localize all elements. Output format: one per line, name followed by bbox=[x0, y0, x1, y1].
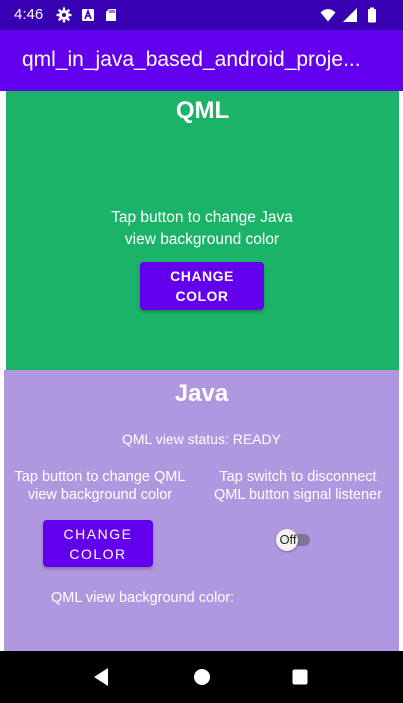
recents-icon[interactable] bbox=[288, 665, 312, 689]
java-title: Java bbox=[174, 380, 229, 407]
java-button-label-line2: COLOR bbox=[69, 545, 127, 562]
app-bar: qml_in_java_based_android_proje... bbox=[0, 30, 403, 91]
qml-description-line1: Tap button to change Java bbox=[111, 209, 293, 226]
right-desc-line2: QML button signal listener bbox=[214, 487, 382, 503]
qml-change-color-button[interactable]: CHANGE COLOR bbox=[140, 262, 264, 310]
qml-description-line2: view background color bbox=[124, 231, 280, 248]
app-title: qml_in_java_based_android_proje... bbox=[22, 48, 361, 71]
gear-icon bbox=[56, 7, 72, 23]
navigation-bar bbox=[0, 651, 403, 703]
qml-background-color-label: QML view background color: bbox=[51, 590, 235, 606]
signal-icon bbox=[342, 7, 358, 23]
back-icon[interactable] bbox=[90, 665, 114, 689]
qml-description: Tap button to change Java view backgroun… bbox=[52, 207, 352, 251]
qml-button-label-line2: COLOR bbox=[175, 288, 229, 304]
qml-view-status: QML view status: READY bbox=[122, 431, 281, 447]
qml-view: QML Tap button to change Java view backg… bbox=[6, 91, 399, 370]
status-time: 4:46 bbox=[14, 6, 44, 23]
wifi-icon bbox=[320, 7, 336, 23]
screen: 4:46 qml_in_java_based_android_proje... … bbox=[0, 0, 403, 703]
qml-button-label-line1: CHANGE bbox=[170, 268, 234, 284]
disconnect-signal-switch[interactable]: Off bbox=[276, 529, 312, 551]
sd-card-icon bbox=[103, 7, 119, 23]
qml-title: QML bbox=[175, 97, 230, 124]
font-a-icon bbox=[80, 7, 96, 23]
disconnect-switch-description: Tap switch to disconnect QML button sign… bbox=[202, 468, 394, 504]
switch-label: Off bbox=[279, 532, 297, 547]
change-qml-color-description: Tap button to change QML view background… bbox=[4, 468, 196, 504]
home-icon[interactable] bbox=[190, 665, 214, 689]
battery-icon bbox=[364, 7, 380, 23]
left-desc-line2: view background color bbox=[27, 487, 173, 503]
status-bar: 4:46 bbox=[0, 0, 403, 30]
java-button-label-line1: CHANGE bbox=[63, 525, 133, 542]
java-view: Java QML view status: READY Tap button t… bbox=[4, 370, 399, 651]
left-desc-line1: Tap button to change QML bbox=[14, 469, 186, 485]
java-change-color-button[interactable]: CHANGE COLOR bbox=[43, 520, 153, 567]
right-desc-line1: Tap switch to disconnect bbox=[219, 469, 377, 485]
